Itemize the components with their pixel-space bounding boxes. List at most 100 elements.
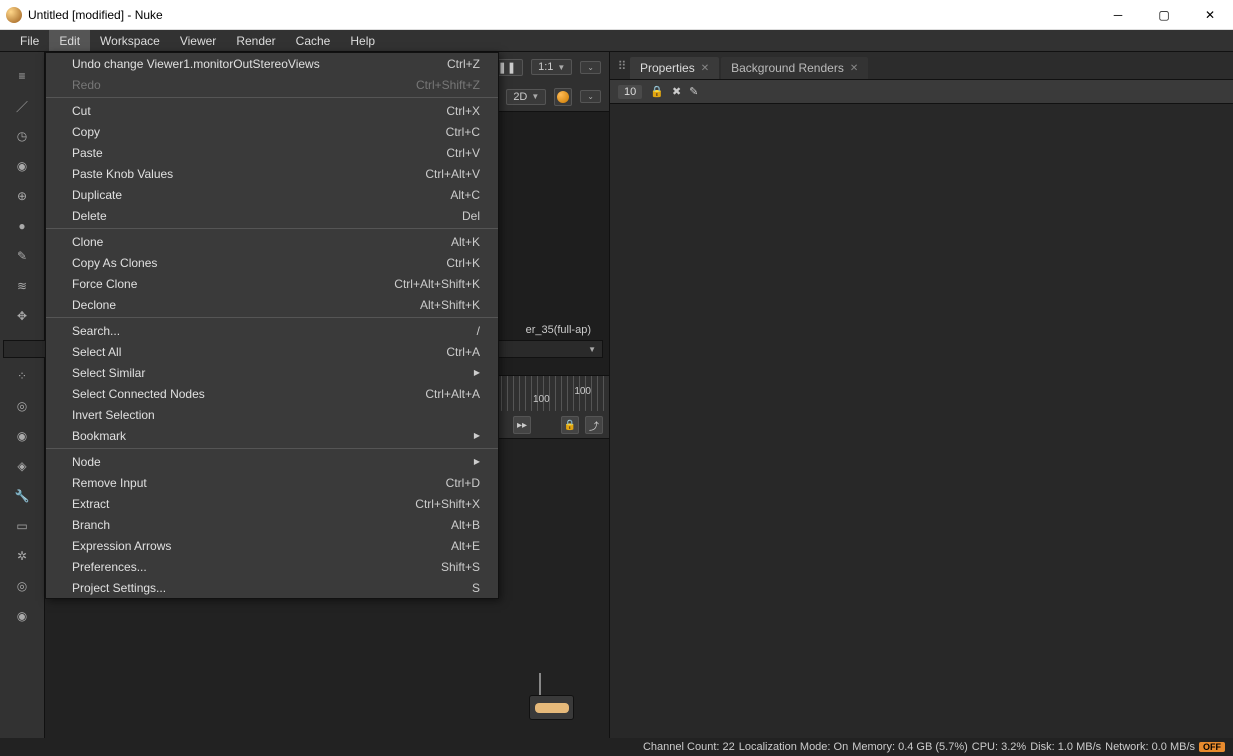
lock-icon[interactable]: 🔒 xyxy=(561,416,579,434)
menu-help[interactable]: Help xyxy=(340,30,385,51)
move-icon[interactable]: ✥ xyxy=(6,302,38,330)
hamburger-icon[interactable]: ≡ xyxy=(6,62,38,90)
menu-item-label: Search... xyxy=(72,324,120,338)
status-bar: Channel Count: 22 Localization Mode: On … xyxy=(0,738,1233,756)
menu-shortcut: Alt+C xyxy=(450,188,480,202)
menu-item-extract[interactable]: Extract Ctrl+Shift+X xyxy=(46,493,498,514)
menu-item-paste[interactable]: PasteCtrl+V xyxy=(46,142,498,163)
menu-item-label: Select Similar xyxy=(72,366,145,380)
menu-item-delete[interactable]: DeleteDel xyxy=(46,205,498,226)
menu-item-project-settings[interactable]: Project Settings...S xyxy=(46,577,498,598)
menu-item-expression-arrows[interactable]: Expression ArrowsAlt+E xyxy=(46,535,498,556)
menu-separator xyxy=(46,317,498,318)
viewer-node[interactable] xyxy=(529,673,574,720)
menu-edit[interactable]: Edit xyxy=(49,30,90,51)
tab-label: Properties xyxy=(640,61,695,75)
menu-item-label: Duplicate xyxy=(72,188,122,202)
menu-item-branch[interactable]: BranchAlt+B xyxy=(46,514,498,535)
menu-item-copy[interactable]: CopyCtrl+C xyxy=(46,121,498,142)
stereo-icon[interactable] xyxy=(554,88,572,106)
close-icon[interactable]: ✕ xyxy=(701,63,709,74)
clock-icon[interactable]: ◷ xyxy=(6,122,38,150)
radar-icon[interactable]: ◉ xyxy=(6,602,38,630)
menu-item-declone[interactable]: DecloneAlt+Shift+K xyxy=(46,294,498,315)
view-mode-selector[interactable]: 2D ▼ xyxy=(506,89,546,105)
menu-item-redo: RedoCtrl+Shift+Z xyxy=(46,74,498,95)
menu-item-duplicate[interactable]: Duplicate Alt+C xyxy=(46,184,498,205)
menu-separator xyxy=(46,448,498,449)
globe-icon[interactable]: ⊕ xyxy=(6,182,38,210)
menu-item-select-similar[interactable]: Select Similar xyxy=(46,362,498,383)
tab-background-renders[interactable]: Background Renders ✕ xyxy=(721,57,868,79)
sphere-icon[interactable]: ● xyxy=(6,212,38,240)
target-icon[interactable]: ◎ xyxy=(6,572,38,600)
menu-item-force-clone[interactable]: Force CloneCtrl+Alt+Shift+K xyxy=(46,273,498,294)
clear-icon[interactable]: ✖ xyxy=(672,85,681,98)
flower-icon[interactable]: ✲ xyxy=(6,542,38,570)
tab-properties[interactable]: Properties ✕ xyxy=(630,57,719,79)
step-forward-icon[interactable]: ▸▸ xyxy=(513,416,531,434)
tick-label: 100 xyxy=(523,394,560,405)
menu-separator xyxy=(46,228,498,229)
menu-item-cut[interactable]: CutCtrl+X xyxy=(46,100,498,121)
menu-workspace[interactable]: Workspace xyxy=(90,30,170,51)
menu-item-search[interactable]: Search... / xyxy=(46,320,498,341)
disk-value: 1.0 MB/s xyxy=(1058,741,1101,753)
off-badge[interactable]: OFF xyxy=(1199,742,1225,752)
localization-label: Localization Mode: xyxy=(739,741,831,753)
menu-item-undo-change-viewer1-monitoroutstereoviews[interactable]: Undo change Viewer1.monitorOutStereoView… xyxy=(46,53,498,74)
zoom-selector[interactable]: 1:1 ▼ xyxy=(531,59,572,75)
menu-shortcut: Alt+Shift+K xyxy=(420,298,480,312)
menu-item-clone[interactable]: CloneAlt+K xyxy=(46,231,498,252)
menu-shortcut: Ctrl+Alt+V xyxy=(425,167,480,181)
tag-icon[interactable]: ◈ xyxy=(6,452,38,480)
eye-icon[interactable]: ◉ xyxy=(6,422,38,450)
menu-shortcut: / xyxy=(477,324,480,338)
menu-file[interactable]: File xyxy=(10,30,49,51)
menu-item-paste-knob-values[interactable]: Paste Knob ValuesCtrl+Alt+V xyxy=(46,163,498,184)
edit-icon[interactable]: ✎ xyxy=(689,85,698,98)
lock-icon[interactable]: 🔒 xyxy=(650,85,664,98)
export-icon[interactable]: ⤴ xyxy=(585,416,603,434)
brush-icon[interactable]: ／ xyxy=(6,92,38,120)
menu-item-label: Extract xyxy=(72,497,109,511)
menu-item-select-connected-nodes[interactable]: Select Connected NodesCtrl+Alt+A xyxy=(46,383,498,404)
menu-item-preferences[interactable]: Preferences...Shift+S xyxy=(46,556,498,577)
menu-item-bookmark[interactable]: Bookmark xyxy=(46,425,498,446)
menu-shortcut: Del xyxy=(462,209,480,223)
wand-icon[interactable]: ✎ xyxy=(6,242,38,270)
title-bar: Untitled [modified] - Nuke ─ ▢ ✕ xyxy=(0,0,1233,30)
menu-render[interactable]: Render xyxy=(226,30,285,51)
menu-item-label: Undo change Viewer1.monitorOutStereoView… xyxy=(72,57,320,71)
rings-icon[interactable]: ◉ xyxy=(6,152,38,180)
monitor-icon[interactable]: ▭ xyxy=(6,512,38,540)
ring-d-icon[interactable]: ◎ xyxy=(6,392,38,420)
tab-handle-icon[interactable]: ⠿ xyxy=(616,59,628,79)
menu-shortcut: Ctrl+Shift+X xyxy=(415,497,480,511)
end-frame-label: 100 xyxy=(564,386,601,397)
menu-item-label: Copy xyxy=(72,125,100,139)
minimize-button[interactable]: ─ xyxy=(1095,0,1141,30)
maximize-button[interactable]: ▢ xyxy=(1141,0,1187,30)
mode-label: 2D xyxy=(513,91,527,103)
menu-item-node[interactable]: Node xyxy=(46,451,498,472)
menu-shortcut: Ctrl+Alt+A xyxy=(425,387,480,401)
menu-viewer[interactable]: Viewer xyxy=(170,30,226,51)
layers-icon[interactable]: ≋ xyxy=(6,272,38,300)
menu-item-select-all[interactable]: Select AllCtrl+A xyxy=(46,341,498,362)
menu-item-copy-as-clones[interactable]: Copy As ClonesCtrl+K xyxy=(46,252,498,273)
menu-item-label: Select All xyxy=(72,345,121,359)
menu-shortcut: Ctrl+D xyxy=(446,476,480,490)
menu-cache[interactable]: Cache xyxy=(286,30,341,51)
menu-item-invert-selection[interactable]: Invert Selection xyxy=(46,404,498,425)
dots-icon[interactable]: ⁘ xyxy=(6,362,38,390)
close-icon[interactable]: ✕ xyxy=(850,63,858,74)
channel-count-label: Channel Count: xyxy=(643,741,719,753)
menu-item-label: Force Clone xyxy=(72,277,137,291)
property-count[interactable]: 10 xyxy=(618,85,642,99)
down-chevron-icon[interactable]: ⌄ xyxy=(580,61,601,74)
wrench-icon[interactable]: 🔧 xyxy=(6,482,38,510)
close-button[interactable]: ✕ xyxy=(1187,0,1233,30)
down-chevron-icon[interactable]: ⌄ xyxy=(580,90,601,103)
menu-item-remove-input[interactable]: Remove InputCtrl+D xyxy=(46,472,498,493)
